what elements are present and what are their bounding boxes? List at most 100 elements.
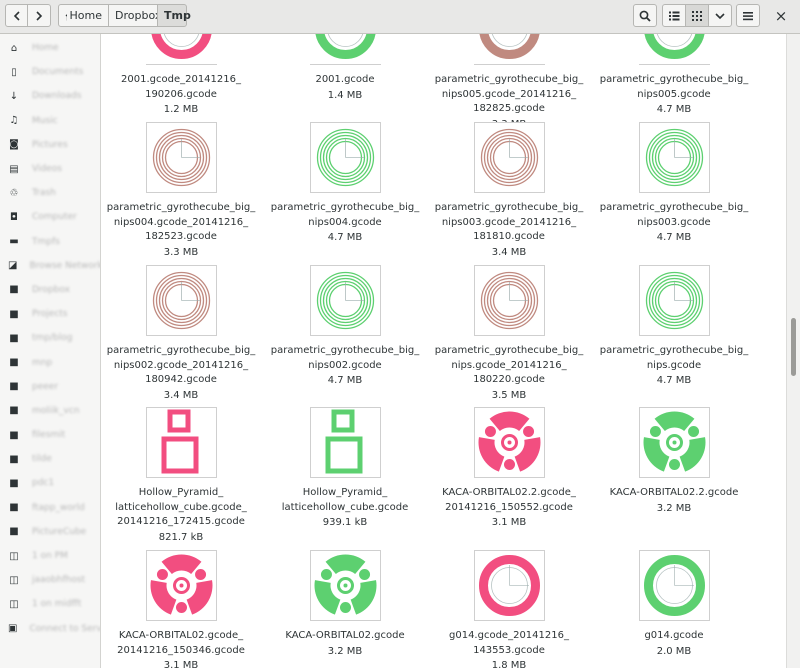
music-icon: ♫: [9, 115, 19, 127]
view-options-button[interactable]: [708, 4, 732, 27]
ring-thumbnail-icon: [478, 555, 540, 616]
file-size: 2.0 MB: [656, 645, 692, 657]
breadcrumb-label: Home: [69, 9, 102, 22]
sidebar-item[interactable]: ♫ Music: [0, 109, 100, 133]
file-item[interactable]: KACA-ORBITAL02.gcode 3.2 MB: [265, 550, 425, 659]
sidebar-item-label: Trash: [32, 188, 56, 199]
file-item[interactable]: g014.gcode_20141216_ 143553.gcode 1.8 MB: [429, 550, 589, 668]
file-size: 3.4 MB: [163, 389, 199, 401]
sidebar-item[interactable]: ◫ 1 on midfft: [0, 592, 100, 616]
sidebar-item[interactable]: ■ tmp/blog: [0, 326, 100, 350]
file-thumbnail: [145, 407, 217, 478]
file-name-line: 182825.gcode: [473, 103, 545, 114]
sidebar-item-label: Pictures: [32, 139, 68, 150]
file-item[interactable]: parametric_gyrothecube_big_ nips004.gcode…: [101, 122, 261, 260]
sidebar-item[interactable]: ■ filesmit: [0, 423, 100, 447]
file-name-line: nips.gcode_20141216_: [451, 359, 567, 371]
sidebar-item[interactable]: ▤ Videos: [0, 157, 100, 181]
file-item[interactable]: parametric_gyrothecube_big_ nips003.gcode…: [594, 122, 754, 245]
sidebar-item[interactable]: ▯ Documents: [0, 60, 100, 84]
sidebar-item[interactable]: ■ mnp: [0, 350, 100, 374]
file-item[interactable]: parametric_gyrothecube_big_ nips004.gcode…: [265, 122, 425, 245]
file-item[interactable]: parametric_gyrothecube_big_ nips.gcode_20…: [429, 265, 589, 403]
grid-view-button[interactable]: [685, 4, 709, 27]
file-name: parametric_gyrothecube_big_ nips.gcode: [594, 344, 754, 373]
file-item[interactable]: Hollow_Pyramid_ latticehollow_cube.gcode 9…: [265, 407, 425, 530]
file-name-line: parametric_gyrothecube_big_: [106, 345, 256, 356]
sidebar-item[interactable]: ■ Dropbox: [0, 278, 100, 302]
back-button[interactable]: [5, 4, 28, 27]
file-item[interactable]: KACA-ORBITAL02.2.gcode_ 20141216_150552.g…: [429, 407, 589, 530]
sidebar-item[interactable]: ↓ Downloads: [0, 84, 100, 108]
breadcrumb-tmp[interactable]: Tmp: [157, 4, 191, 27]
pyramid-thumbnail-icon: [325, 409, 362, 474]
file-item[interactable]: 2001.gcode 1.4 MB: [265, 34, 425, 103]
breadcrumb-label: Tmp: [164, 9, 191, 22]
file-name: Hollow_Pyramid_ latticehollow_cube.gcode: [265, 486, 425, 515]
close-button[interactable]: ×: [772, 6, 790, 26]
file-name-line: nips002.gcode_20141216_: [113, 359, 249, 371]
sidebar-item[interactable]: ◙ Pictures: [0, 133, 100, 157]
network-folder-icon: ◫: [9, 574, 19, 586]
sidebar-item-label: tilde: [32, 454, 52, 465]
file-item[interactable]: g014.gcode 2.0 MB: [594, 550, 754, 659]
sidebar-item-label: Documents: [32, 67, 84, 78]
sidebar-item[interactable]: ◪ Browse Network: [0, 254, 100, 278]
file-size: 3.1 MB: [491, 517, 527, 528]
sidebar-item-label: Videos: [32, 164, 62, 175]
file-name: Hollow_Pyramid_ latticehollow_cube.gcode_…: [101, 486, 261, 530]
sidebar-item-label: Connect to Server: [29, 623, 100, 634]
file-thumbnail: [473, 122, 545, 193]
breadcrumb-home[interactable]: Home: [58, 4, 109, 27]
sidebar-item[interactable]: ■ tilde: [0, 447, 100, 471]
search-button[interactable]: [633, 4, 657, 27]
forward-button[interactable]: [27, 4, 51, 27]
sidebar-item[interactable]: ■ pdc1: [0, 471, 100, 495]
sidebar-item-label: Downloads: [32, 91, 82, 102]
sidebar-item[interactable]: ◘ Computer: [0, 205, 100, 229]
file-thumbnail: [309, 550, 381, 621]
sidebar-item-label: Dropbox: [32, 284, 70, 295]
file-item[interactable]: parametric_gyrothecube_big_ nips002.gcode…: [101, 265, 261, 403]
file-item[interactable]: parametric_gyrothecube_big_ nips003.gcode…: [429, 122, 589, 260]
file-item[interactable]: 2001.gcode_20141216_ 190206.gcode 1.2 MB: [101, 34, 261, 117]
sidebar-item[interactable]: ⌂ Home: [0, 36, 100, 60]
file-item[interactable]: parametric_gyrothecube_big_ nips005.gcode…: [429, 34, 589, 132]
ring-thumbnail-icon: [644, 34, 704, 59]
file-name-line: KACA-ORBITAL02.2.gcode: [609, 487, 739, 498]
sidebar-item[interactable]: ♲ Trash: [0, 181, 100, 205]
grid-view-icon: [692, 10, 702, 21]
scrollbar[interactable]: [786, 34, 800, 668]
file-item[interactable]: parametric_gyrothecube_big_ nips002.gcode…: [265, 265, 425, 388]
sidebar-item[interactable]: ■ Projects: [0, 302, 100, 326]
scrollbar-thumb[interactable]: [791, 318, 796, 376]
rings-thumbnail-icon: [645, 128, 703, 187]
file-name-line: g014.gcode: [644, 630, 704, 641]
file-item[interactable]: KACA-ORBITAL02.gcode_ 20141216_150346.gco…: [101, 550, 261, 668]
file-name: parametric_gyrothecube_big_ nips002.gcode: [265, 344, 425, 373]
file-name: 2001.gcode_20141216_ 190206.gcode: [101, 73, 261, 102]
file-thumbnail: [638, 550, 710, 621]
sidebar-item[interactable]: ▣ Connect to Server: [0, 617, 100, 641]
sidebar-item[interactable]: ■ ftapp_world: [0, 496, 100, 520]
sidebar-item[interactable]: ◫ 1 on PM: [0, 544, 100, 568]
file-thumbnail: [638, 265, 710, 336]
file-item[interactable]: KACA-ORBITAL02.2.gcode 3.2 MB: [594, 407, 754, 516]
sidebar-item[interactable]: ■ PictureCube: [0, 520, 100, 544]
breadcrumb-dropbox[interactable]: Dropbox: [108, 4, 161, 27]
menu-button[interactable]: [736, 4, 760, 27]
file-name-line: Hollow_Pyramid_: [302, 487, 388, 498]
file-name-line: KACA-ORBITAL02.gcode_: [118, 630, 244, 641]
folder-icon: ■: [9, 381, 19, 393]
sidebar-item[interactable]: ■ moliik_vcn: [0, 399, 100, 423]
file-item[interactable]: parametric_gyrothecube_big_ nips005.gcode…: [594, 34, 754, 117]
file-name: KACA-ORBITAL02.gcode_ 20141216_150346.gco…: [101, 629, 261, 658]
documents-icon: ▯: [11, 66, 17, 78]
file-name-line: nips004.gcode: [308, 216, 382, 228]
list-view-button[interactable]: [662, 4, 686, 27]
sidebar-item[interactable]: ■ peeer: [0, 375, 100, 399]
file-item[interactable]: parametric_gyrothecube_big_ nips.gcode 4.7…: [594, 265, 754, 388]
sidebar-item[interactable]: ▬ Tmpfs: [0, 230, 100, 254]
file-item[interactable]: Hollow_Pyramid_ latticehollow_cube.gcode_…: [101, 407, 261, 545]
sidebar-item[interactable]: ◫ jaaobhfhost: [0, 568, 100, 592]
